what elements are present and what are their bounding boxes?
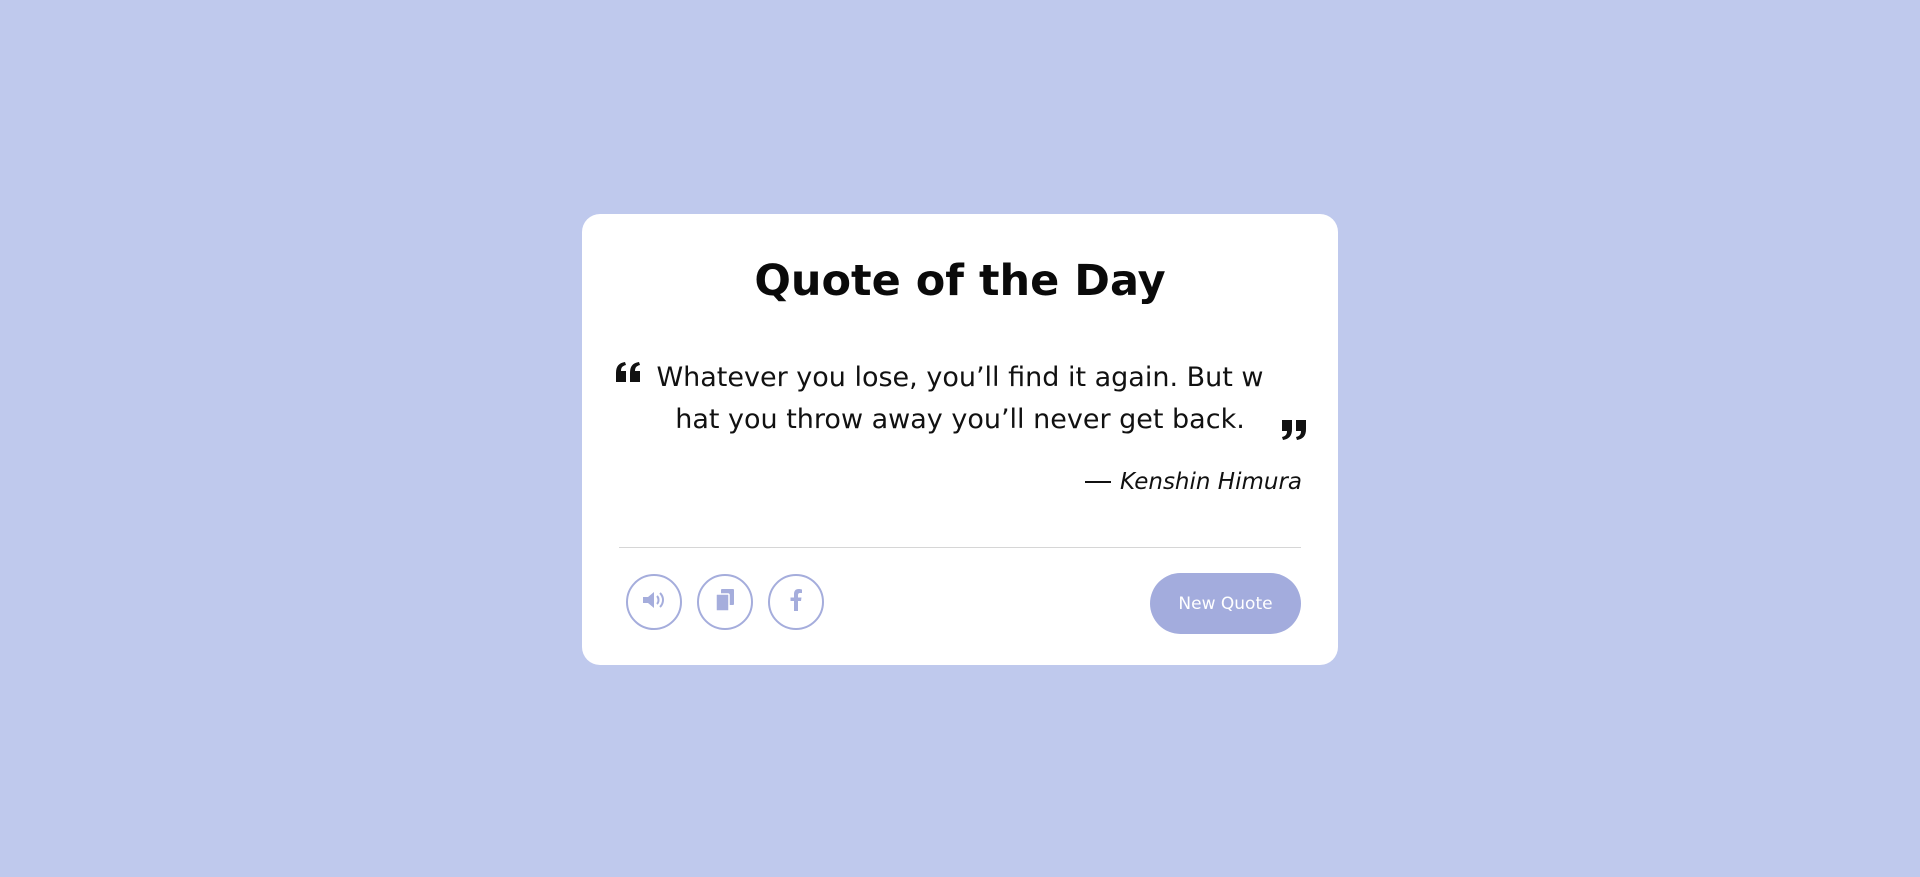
author-name: Kenshin Himura [1119,469,1302,495]
copy-button[interactable] [697,574,753,630]
quote-author: Kenshin Himura [1084,469,1302,495]
divider [619,547,1301,548]
card-title: Quote of the Day [754,256,1166,306]
quote-right-icon [1280,420,1306,440]
facebook-icon [790,589,802,615]
new-quote-button[interactable]: New Quote [1150,573,1301,634]
quote-text: Whatever you lose, you’ll find it again.… [656,362,1264,435]
quote-card: Quote of the Day Whatever you lose, you’… [582,214,1338,665]
author-dash [1084,481,1111,483]
copy-icon [715,589,735,615]
quote-left-icon [616,362,642,382]
facebook-share-button[interactable] [768,574,824,630]
volume-icon [642,590,666,614]
speech-button[interactable] [626,574,682,630]
